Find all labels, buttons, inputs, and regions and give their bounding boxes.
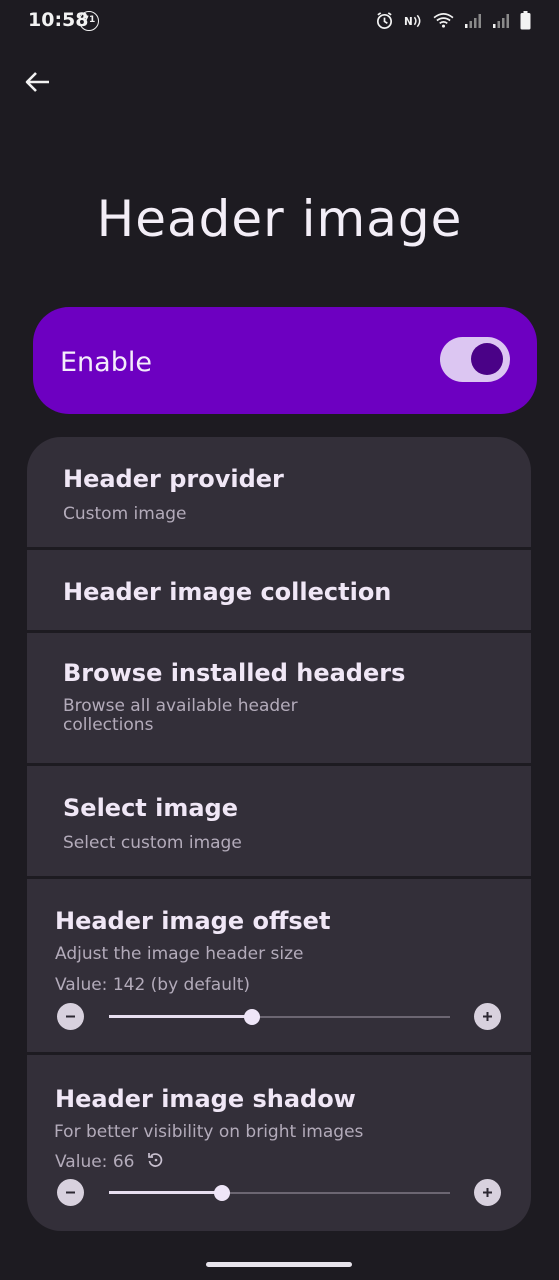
increase-button[interactable] [474, 1179, 501, 1206]
status-icons: N [375, 11, 531, 30]
back-arrow-icon [25, 72, 49, 92]
item-title: Header image shadow [55, 1085, 356, 1113]
item-subtitle: collections [63, 715, 154, 735]
reset-icon[interactable] [147, 1151, 165, 1173]
svg-text:N: N [404, 15, 413, 27]
value-text: Value: 66 [55, 1152, 135, 1172]
decrease-button[interactable] [57, 1003, 84, 1030]
battery-icon [520, 11, 531, 30]
shadow-slider-fill [109, 1191, 222, 1194]
increase-button[interactable] [474, 1003, 501, 1030]
offset-slider-thumb[interactable] [244, 1009, 260, 1025]
header-collection-item[interactable]: Header image collection [27, 550, 531, 630]
enable-label: Enable [60, 347, 152, 378]
item-title: Header image offset [55, 907, 331, 935]
shadow-slider-thumb[interactable] [214, 1185, 230, 1201]
switch-knob [471, 343, 503, 375]
item-subtitle: For better visibility on bright images [54, 1122, 364, 1142]
signal-icon [493, 13, 509, 28]
select-image-item[interactable]: Select image Select custom image [27, 766, 531, 876]
enable-card[interactable]: Enable [33, 307, 537, 414]
enable-switch[interactable] [440, 337, 510, 382]
header-shadow-item: Header image shadow For better visibilit… [27, 1055, 531, 1231]
minus-icon [66, 1015, 75, 1018]
decrease-button[interactable] [57, 1179, 84, 1206]
item-title: Header image collection [63, 578, 392, 606]
signal-icon [465, 13, 481, 28]
item-subtitle: Select custom image [63, 833, 242, 853]
item-subtitle: Browse all available header [63, 696, 298, 716]
nfc-icon: N [404, 14, 421, 27]
item-subtitle: Adjust the image header size [55, 944, 304, 964]
item-title: Browse installed headers [63, 659, 406, 687]
item-title: Select image [63, 794, 239, 822]
minus-icon [66, 1191, 75, 1194]
back-button[interactable] [22, 66, 54, 98]
value-text: Value: 142 (by default) [55, 975, 251, 995]
settings-list: Header provider Custom image Header imag… [27, 437, 531, 1231]
item-subtitle: Custom image [63, 504, 187, 524]
header-provider-item[interactable]: Header provider Custom image [27, 437, 531, 547]
home-indicator[interactable] [206, 1262, 352, 1267]
notification-badge: 71 [79, 11, 99, 31]
item-title: Header provider [63, 465, 284, 493]
page-title: Header image [96, 190, 463, 248]
plus-icon [483, 1188, 492, 1197]
offset-slider-fill [109, 1015, 252, 1018]
header-offset-item: Header image offset Adjust the image hea… [27, 879, 531, 1052]
wifi-icon [433, 13, 454, 28]
plus-icon [483, 1012, 492, 1021]
alarm-icon [376, 12, 393, 29]
browse-headers-item[interactable]: Browse installed headers Browse all avai… [27, 633, 531, 763]
status-bar: 10:58 71 N [0, 0, 559, 44]
